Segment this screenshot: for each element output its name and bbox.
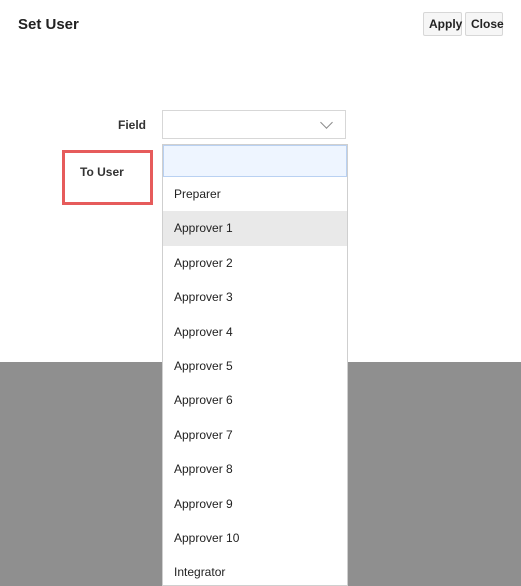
to-user-dropdown[interactable]: Preparer Approver 1 Approver 2 Approver …	[162, 144, 348, 586]
dropdown-option[interactable]: Approver 10	[163, 520, 347, 556]
dropdown-option[interactable]: Approver 2	[163, 245, 347, 281]
dropdown-option[interactable]: Approver 5	[163, 348, 347, 384]
dropdown-option[interactable]: Approver 9	[163, 486, 347, 521]
dropdown-option[interactable]: Integrator	[163, 555, 347, 585]
dropdown-options-list: Preparer Approver 1 Approver 2 Approver …	[163, 177, 347, 585]
dropdown-option[interactable]: Approver 8	[163, 452, 347, 487]
dialog-title: Set User	[18, 16, 79, 33]
chevron-down-icon	[320, 116, 333, 129]
apply-button[interactable]: Apply	[423, 12, 462, 36]
dropdown-option[interactable]: Approver 7	[163, 417, 347, 453]
field-label: Field	[118, 118, 147, 132]
dropdown-option[interactable]: Approver 1	[163, 211, 347, 246]
dropdown-option[interactable]: Approver 4	[163, 314, 347, 349]
field-select[interactable]	[162, 110, 346, 139]
to-user-highlight-box	[62, 150, 153, 205]
close-button[interactable]: Close	[465, 12, 504, 36]
to-user-search-input[interactable]	[163, 145, 347, 177]
dropdown-option[interactable]: Preparer	[163, 177, 347, 212]
dropdown-option[interactable]: Approver 3	[163, 280, 347, 315]
dropdown-option[interactable]: Approver 6	[163, 383, 347, 418]
